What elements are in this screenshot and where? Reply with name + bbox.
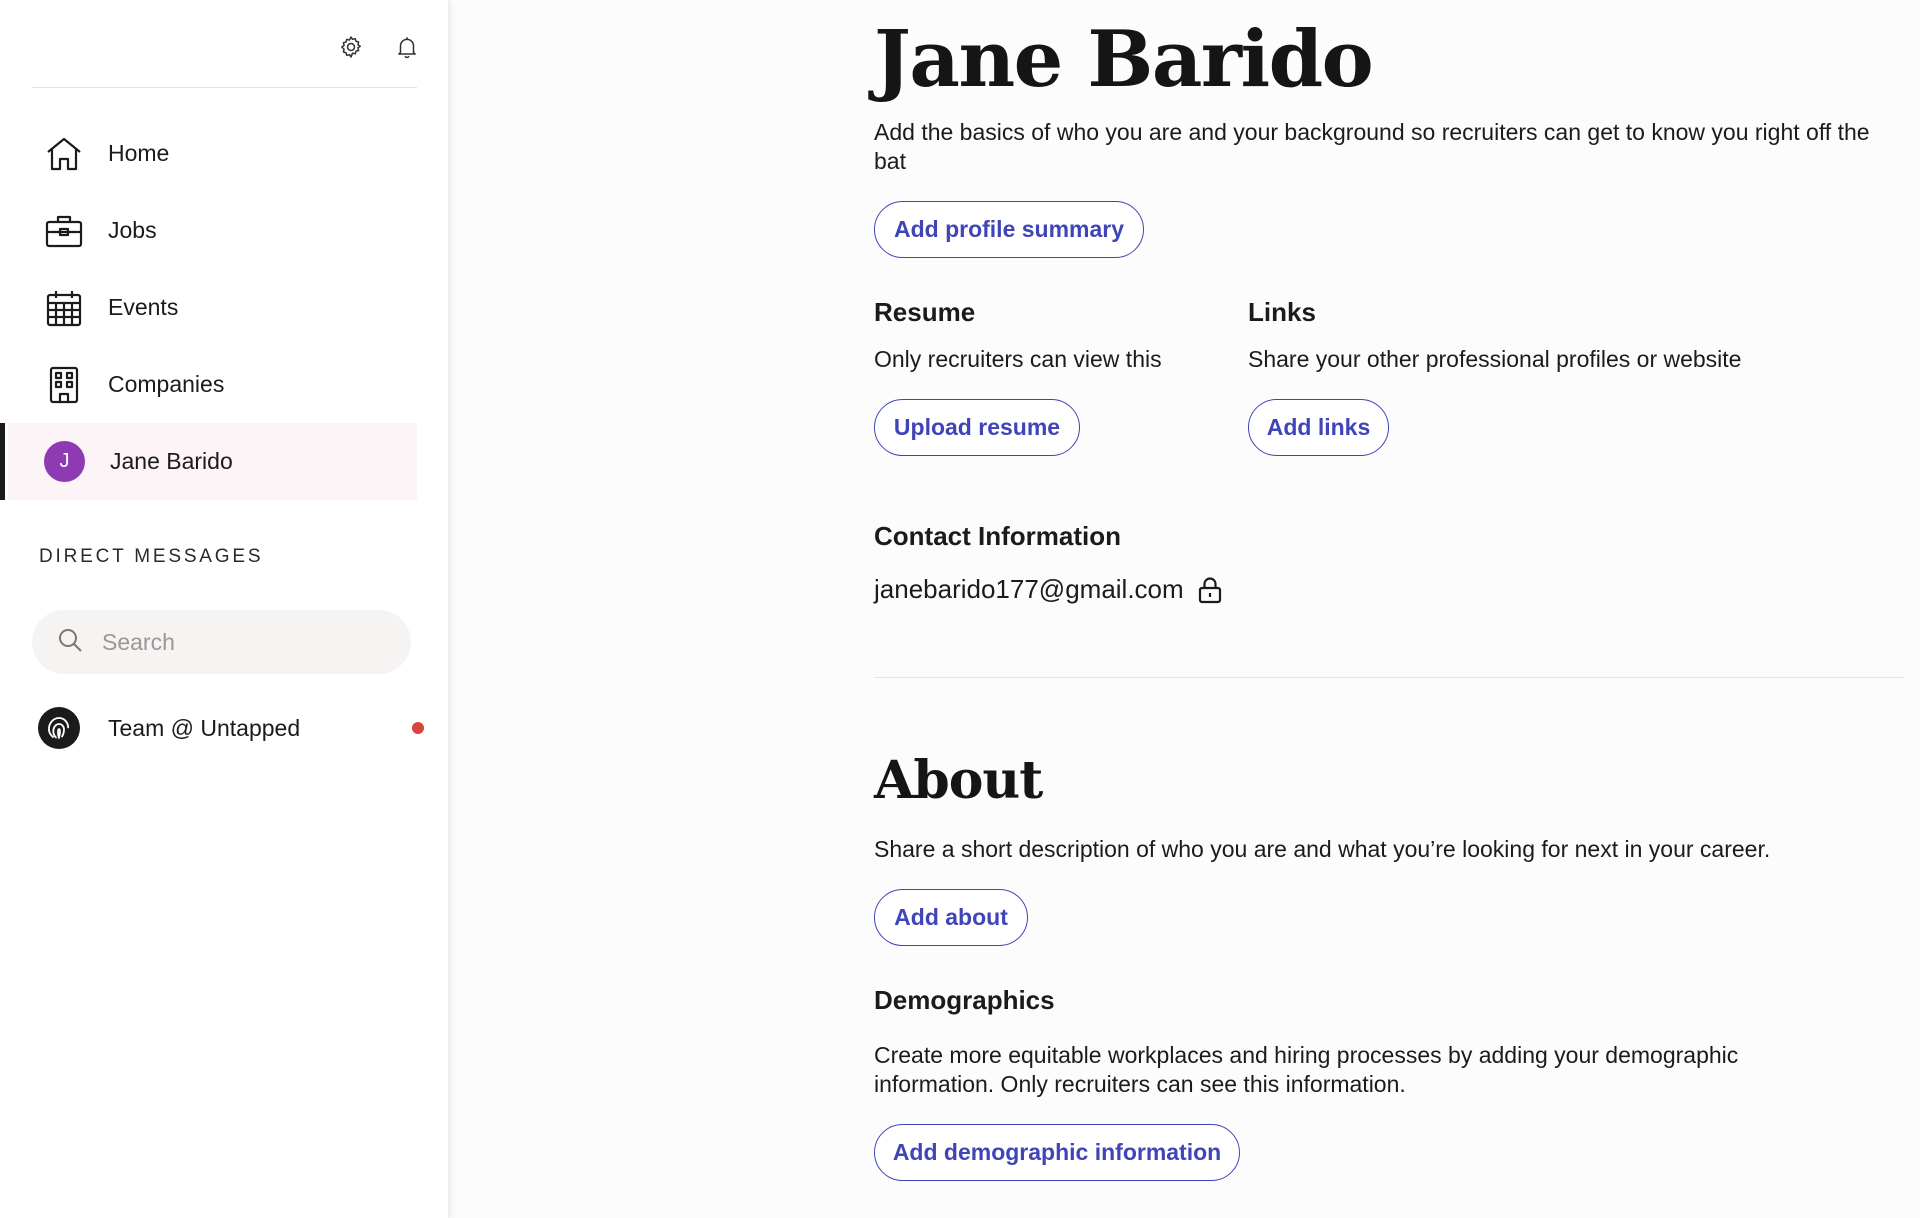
sidebar: Home Jobs Events Companies J Jane Barido… [0, 0, 449, 1218]
upload-resume-button[interactable]: Upload resume [874, 399, 1080, 456]
demographics-description: Create more equitable workplaces and hir… [874, 1042, 1739, 1097]
briefcase-icon [42, 209, 86, 253]
sidebar-item-label: Jobs [108, 217, 157, 243]
page-title: Jane Barido [874, 14, 1374, 105]
contact-email: janebarido177@gmail.com [874, 574, 1184, 604]
sidebar-top-icons [334, 30, 424, 64]
links-description: Share your other professional profiles o… [1248, 346, 1742, 372]
sidebar-item-label: Home [108, 140, 170, 166]
about-title: About [874, 750, 1043, 811]
dm-item[interactable]: Team @ Untapped [38, 706, 428, 750]
sidebar-item-profile[interactable]: J Jane Barido [0, 423, 417, 500]
lock-icon [1196, 575, 1224, 605]
sidebar-item-label: Jane Barido [110, 448, 233, 474]
contact-heading: Contact Information [874, 521, 1121, 551]
sidebar-item-home[interactable]: Home [0, 115, 417, 192]
calendar-icon [42, 286, 86, 330]
app: Home Jobs Events Companies J Jane Barido… [0, 0, 1920, 1218]
add-profile-summary-button[interactable]: Add profile summary [874, 201, 1144, 258]
demographics-heading: Demographics [874, 985, 1055, 1015]
about-description: Share a short description of who you are… [874, 836, 1771, 862]
sidebar-item-label: Events [108, 294, 179, 320]
building-icon [42, 363, 86, 407]
home-icon [42, 132, 86, 176]
gear-icon[interactable] [334, 30, 368, 64]
resume-heading: Resume [874, 297, 976, 327]
search-icon [56, 626, 84, 659]
add-links-button[interactable]: Add links [1248, 399, 1389, 456]
sidebar-divider [32, 87, 417, 88]
untapped-logo-icon [38, 707, 80, 749]
unread-indicator [412, 722, 424, 734]
add-demographic-information-button[interactable]: Add demographic information [874, 1124, 1240, 1181]
section-divider [874, 677, 1904, 678]
profile-subtitle: Add the basics of who you are and your b… [874, 119, 1870, 174]
contact-email-row: janebarido177@gmail.com [874, 574, 1224, 605]
direct-messages-header: DIRECT MESSAGES [39, 546, 264, 567]
sidebar-item-label: Companies [108, 371, 225, 397]
links-heading: Links [1248, 297, 1316, 327]
sidebar-item-jobs[interactable]: Jobs [0, 192, 417, 269]
dm-item-name: Team @ Untapped [108, 714, 301, 741]
search-box [32, 610, 411, 674]
search-input[interactable] [102, 628, 402, 656]
sidebar-nav: Home Jobs Events Companies J Jane Barido [0, 115, 449, 500]
sidebar-item-companies[interactable]: Companies [0, 346, 417, 423]
resume-description: Only recruiters can view this [874, 346, 1162, 372]
avatar: J [44, 441, 85, 482]
add-about-button[interactable]: Add about [874, 889, 1028, 946]
sidebar-item-events[interactable]: Events [0, 269, 417, 346]
bell-icon[interactable] [390, 30, 424, 64]
